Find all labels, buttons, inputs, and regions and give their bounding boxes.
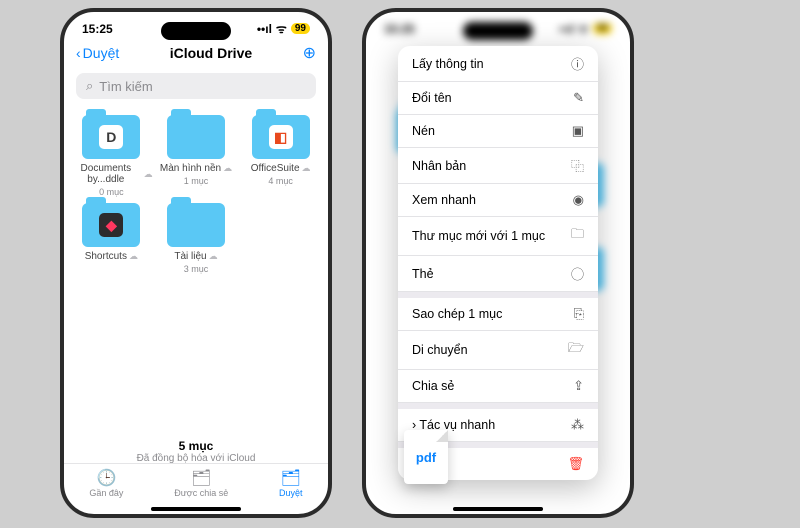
status-time: 15:25 [82, 22, 113, 36]
folder-icon: ◆ [82, 203, 140, 247]
search-input[interactable]: ⌕ Tìm kiếm [76, 73, 316, 99]
tab-icon: 🗂 [279, 468, 303, 488]
menu-label: Sao chép 1 mục [412, 307, 502, 321]
folder-name: OfficeSuite [251, 163, 300, 174]
cloud-icon: ☁︎ [302, 163, 311, 174]
cloud-icon: ☁︎ [129, 251, 138, 262]
menu-item[interactable]: Đổi tên ✎ [398, 82, 598, 115]
search-placeholder: Tìm kiếm [99, 79, 152, 94]
folder-name: Màn hình nền [160, 163, 221, 174]
menu-label: Xem nhanh [412, 193, 476, 207]
back-label: Duyệt [83, 45, 120, 61]
item-count: 1 mục [155, 176, 238, 186]
search-icon: ⌕ [86, 78, 93, 94]
folder-icon: ◧ [252, 115, 310, 159]
footer-count: 5 mục [64, 439, 328, 453]
item-count: 0 mục [70, 187, 153, 197]
tab-Được chia sẻ[interactable]: 🗂Được chia sẻ [174, 468, 228, 498]
menu-item[interactable]: Thẻ⃝ [398, 256, 598, 292]
tab-label: Duyệt [279, 488, 303, 498]
menu-item[interactable]: Sao chép 1 mục ⎘ [398, 292, 598, 331]
menu-item[interactable]: Lấy thông tin ⓘ [398, 46, 598, 82]
menu-label: Nén [412, 124, 435, 138]
more-button[interactable]: ⊕ [303, 43, 316, 63]
menu-item[interactable]: Chia sẻ ⇪ [398, 370, 598, 403]
cloud-icon: ☁︎ [209, 251, 218, 262]
tab-label: Gần đây [89, 488, 123, 498]
chevron-left-icon: ‹ [76, 45, 81, 61]
folder-item[interactable]: Màn hình nền☁︎ 1 mục [155, 115, 238, 197]
folder-icon [167, 203, 225, 247]
menu-label: Nhân bản [412, 159, 466, 173]
folder-icon: D [82, 115, 140, 159]
menu-label: Lấy thông tin [412, 57, 484, 71]
cloud-icon: ☁︎ [144, 169, 153, 180]
pdf-label: pdf [416, 450, 436, 465]
tab-label: Được chia sẻ [174, 488, 228, 498]
phone-right: 15:25 ••ıl ᯤ 99 Lấy thông tinⓘĐổi tên✎Né… [362, 8, 634, 518]
tab-icon: 🕒 [89, 468, 123, 488]
folder-grid: D Documents by...ddle☁︎ 0 mục Màn hình n… [64, 105, 328, 284]
folder-item[interactable]: ◧ OfficeSuite☁︎ 4 mục [239, 115, 322, 197]
menu-icon: 🗑 [567, 456, 584, 472]
wifi-icon: ᯤ [276, 20, 287, 37]
tab-Gần đây[interactable]: 🕒Gần đây [89, 468, 123, 498]
menu-item[interactable]: Thư mục mới với 1 mục 🗀 [398, 217, 598, 256]
menu-icon: ◉ [573, 192, 584, 208]
menu-icon: 🗁 [568, 339, 584, 361]
menu-item[interactable]: Nhân bản ⿻ [398, 148, 598, 184]
nav-bar: ‹ Duyệt iCloud Drive ⊕ [64, 39, 328, 67]
footer-status: 5 mục Đã đồng bộ hóa với iCloud [64, 439, 328, 464]
battery-icon: 99 [291, 23, 310, 34]
home-indicator [151, 507, 241, 511]
tab-icon: 🗂 [174, 468, 228, 488]
menu-icon: ▣ [572, 123, 584, 139]
pdf-preview-icon[interactable]: pdf [404, 430, 448, 484]
folder-name: Shortcuts [85, 251, 127, 262]
folder-item[interactable]: D Documents by...ddle☁︎ 0 mục [70, 115, 153, 197]
menu-label: Thẻ [412, 267, 434, 281]
menu-label: Thư mục mới với 1 mục [412, 229, 545, 243]
menu-label: Di chuyển [412, 343, 468, 357]
menu-item[interactable]: Xem nhanh ◉ [398, 184, 598, 217]
menu-label: Đổi tên [412, 91, 452, 105]
home-indicator [453, 507, 543, 511]
menu-icon: ⎘ [574, 306, 584, 322]
cloud-icon: ☁︎ [223, 163, 232, 174]
menu-item[interactable]: Di chuyển 🗁 [398, 331, 598, 370]
context-menu: Lấy thông tin ⓘ Đổi tên ✎ Nén ▣ Nhân bản ⿻ Xem n… [398, 46, 598, 480]
tab-Duyệt[interactable]: 🗂Duyệt [279, 468, 303, 498]
menu-icon: ✎ [573, 90, 584, 106]
menu-label: Chia sẻ [412, 379, 454, 393]
item-count: 3 mục [155, 264, 238, 274]
dynamic-island [161, 22, 231, 40]
folder-item[interactable]: Tài liệu☁︎ 3 mục [155, 203, 238, 274]
menu-icon: ⓘ [571, 54, 584, 73]
menu-icon: ⁂ [571, 417, 584, 433]
folder-name: Documents by...ddle [70, 163, 142, 185]
back-button[interactable]: ‹ Duyệt [76, 45, 119, 61]
signal-icon: ••ıl [257, 22, 272, 36]
menu-icon: ⿻ [571, 156, 584, 175]
folder-name: Tài liệu [174, 251, 206, 262]
item-count: 4 mục [239, 176, 322, 186]
menu-item[interactable]: Nén ▣ [398, 115, 598, 148]
menu-icon: 🗀 [571, 225, 584, 247]
page-title: iCloud Drive [170, 45, 252, 61]
phone-left: 15:25 ••ıl ᯤ 99 ‹ Duyệt iCloud Drive ⊕ ⌕… [60, 8, 332, 518]
folder-icon [167, 115, 225, 159]
menu-icon: ⇪ [573, 378, 584, 394]
folder-item[interactable]: ◆ Shortcuts☁︎ [70, 203, 153, 274]
tab-bar: 🕒Gần đây🗂Được chia sẻ🗂Duyệt [64, 463, 328, 508]
